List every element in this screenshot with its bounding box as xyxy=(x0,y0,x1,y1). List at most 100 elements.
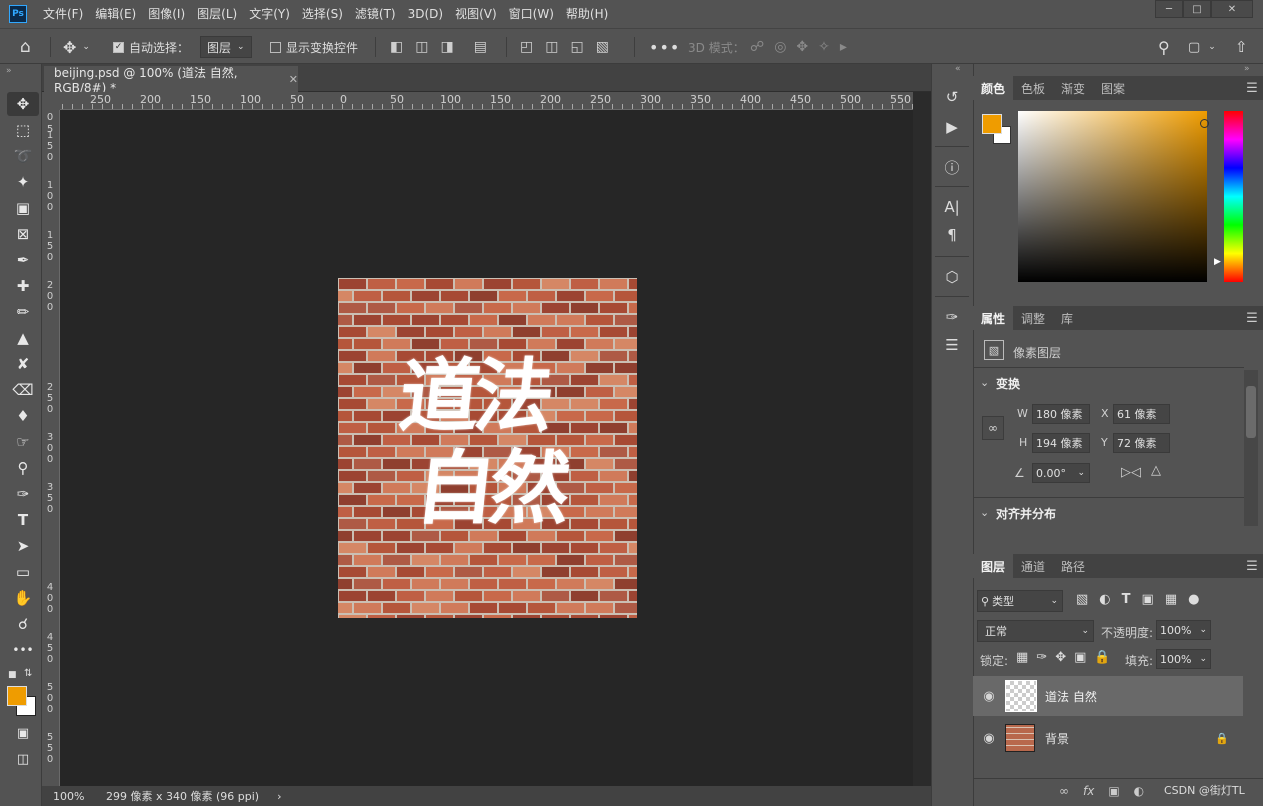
brush-settings-icon[interactable]: ✑ xyxy=(937,304,967,330)
layer-name[interactable]: 背景 xyxy=(1045,730,1069,747)
menu-help[interactable]: 帮助(H) xyxy=(560,0,614,28)
character-panel-icon[interactable]: A| xyxy=(937,194,967,220)
align-top-icon[interactable]: ◰ xyxy=(520,39,533,55)
flip-horizontal-icon[interactable]: ▷◁ xyxy=(1121,465,1141,480)
menu-view[interactable]: 视图(V) xyxy=(449,0,503,28)
minimize-button[interactable]: ─ xyxy=(1155,0,1183,18)
tab-adjustments[interactable]: 调整 xyxy=(1013,306,1053,330)
type-tool-icon[interactable]: T xyxy=(7,508,39,532)
tab-color[interactable]: 颜色 xyxy=(973,76,1014,100)
tab-patterns[interactable]: 图案 xyxy=(1093,76,1133,100)
document-canvas[interactable]: 道法 自然 xyxy=(338,278,637,618)
document-tab[interactable]: beijing.psd @ 100% (道法 自然, RGB/8#) * ✕ xyxy=(44,66,298,95)
lock-all-icon[interactable]: 🔒 xyxy=(1094,650,1110,665)
auto-select-target-dropdown[interactable]: 图层 ⌄ xyxy=(200,36,252,58)
menu-edit[interactable]: 编辑(E) xyxy=(89,0,142,28)
panel-menu-icon[interactable]: ☰ xyxy=(1241,554,1263,578)
dodge-tool-icon[interactable]: ⚲ xyxy=(7,456,39,480)
menu-file[interactable]: 文件(F) xyxy=(37,0,89,28)
collapse-dock-icon[interactable]: « xyxy=(955,64,961,74)
default-colors-icon[interactable]: ■ xyxy=(8,670,17,680)
angle-field[interactable]: 0.00° ⌄ xyxy=(1032,463,1090,483)
distribute-icon[interactable]: ▤ xyxy=(474,39,487,55)
3d-panel-icon[interactable]: ⬡ xyxy=(937,264,967,290)
filter-toggle-icon[interactable]: ● xyxy=(1188,592,1199,607)
eyedropper-tool-icon[interactable]: ✒ xyxy=(7,248,39,272)
search-icon[interactable]: ⚲ xyxy=(1158,29,1170,65)
move-tool-icon[interactable]: ✥ xyxy=(7,92,39,116)
path-selection-tool-icon[interactable]: ➤ xyxy=(7,534,39,558)
brush-tool-icon[interactable]: ✏ xyxy=(7,300,39,324)
filter-pixel-icon[interactable]: ▧ xyxy=(1076,592,1088,607)
3d-scale-icon[interactable]: ▸ xyxy=(840,39,847,55)
filter-smart-object-icon[interactable]: ▦ xyxy=(1165,592,1177,607)
3d-roll-icon[interactable]: ◎ xyxy=(774,39,786,55)
align-section-title[interactable]: 对齐并分布 xyxy=(996,505,1056,522)
marquee-tool-icon[interactable]: ⬚ xyxy=(7,118,39,142)
3d-orbit-icon[interactable]: ☍ xyxy=(750,39,764,55)
zoom-level[interactable]: 100% xyxy=(42,790,94,803)
tab-channels[interactable]: 通道 xyxy=(1013,554,1053,578)
tab-libraries[interactable]: 库 xyxy=(1053,306,1081,330)
link-layers-icon[interactable]: ∞ xyxy=(1059,784,1069,798)
hue-slider[interactable] xyxy=(1224,111,1243,282)
magic-wand-tool-icon[interactable]: ✦ xyxy=(7,170,39,194)
rectangle-tool-icon[interactable]: ▭ xyxy=(7,560,39,584)
layer-row-text[interactable]: ◉ 道法 自然 xyxy=(973,676,1243,716)
align-hcenter-icon[interactable]: ◫ xyxy=(415,39,428,55)
lock-position-icon[interactable]: ✥ xyxy=(1055,650,1066,665)
link-dimensions-icon[interactable]: ∞ xyxy=(982,416,1004,440)
distribute-vertical-icon[interactable]: ▧ xyxy=(596,39,609,55)
menu-filter[interactable]: 滤镜(T) xyxy=(349,0,402,28)
hand-tool-icon[interactable]: ✋ xyxy=(7,586,39,610)
panel-menu-icon[interactable]: ☰ xyxy=(1241,306,1263,330)
workspace-icon[interactable]: ▢ ⌄ xyxy=(1188,29,1216,65)
layer-filter-dropdown[interactable]: ⚲ 类型 ⌄ xyxy=(977,590,1063,612)
adjust-sliders-icon[interactable]: ☰ xyxy=(937,332,967,358)
foreground-color-swatch[interactable] xyxy=(7,686,27,706)
home-icon[interactable]: ⌂ xyxy=(20,29,31,65)
align-right-icon[interactable]: ◨ xyxy=(440,39,453,55)
scrollbar-thumb[interactable] xyxy=(1246,386,1256,438)
fx-icon[interactable]: fx xyxy=(1083,784,1094,798)
info-panel-icon[interactable]: ⓘ xyxy=(937,154,967,180)
align-left-icon[interactable]: ◧ xyxy=(390,39,403,55)
properties-scrollbar[interactable] xyxy=(1244,370,1258,526)
maximize-button[interactable]: □ xyxy=(1183,0,1211,18)
filter-shape-icon[interactable]: ▣ xyxy=(1142,592,1154,607)
opacity-field[interactable]: 100% ⌄ xyxy=(1156,620,1211,640)
menu-type[interactable]: 文字(Y) xyxy=(243,0,296,28)
share-icon[interactable]: ⇧ xyxy=(1235,29,1248,65)
vertical-ruler[interactable]: 0 5 1 5 0 1 0 0 1 5 0 2 0 0 2 5 0 3 0 0 … xyxy=(42,110,60,786)
vertical-scrollbar[interactable] xyxy=(913,92,931,786)
lock-artboard-icon[interactable]: ▣ xyxy=(1074,650,1086,665)
y-field[interactable]: 72 像素 xyxy=(1113,433,1170,453)
tab-swatches[interactable]: 色板 xyxy=(1013,76,1053,100)
tab-layers[interactable]: 图层 xyxy=(973,554,1014,578)
layers-scrollbar[interactable] xyxy=(1243,676,1259,776)
width-field[interactable]: 180 像素 xyxy=(1032,404,1090,424)
healing-brush-tool-icon[interactable]: ✚ xyxy=(7,274,39,298)
lasso-tool-icon[interactable]: ➰ xyxy=(7,144,39,168)
menu-window[interactable]: 窗口(W) xyxy=(503,0,560,28)
color-picker-cursor[interactable] xyxy=(1200,119,1209,128)
align-vcenter-icon[interactable]: ◫ xyxy=(545,39,558,55)
close-window-button[interactable]: ✕ xyxy=(1211,0,1253,18)
crop-tool-icon[interactable]: ▣ xyxy=(7,196,39,220)
swap-colors-icon[interactable]: ⇅ xyxy=(24,668,32,679)
menu-3d[interactable]: 3D(D) xyxy=(402,0,449,28)
layer-row-background[interactable]: ◉ 背景 🔒 xyxy=(973,718,1243,758)
chevron-down-icon[interactable]: ⌄ xyxy=(980,376,989,389)
close-tab-icon[interactable]: ✕ xyxy=(289,73,298,86)
actions-panel-icon[interactable]: ▶ xyxy=(937,114,967,140)
menu-select[interactable]: 选择(S) xyxy=(296,0,349,28)
new-adjustment-icon[interactable]: ◐ xyxy=(1134,784,1144,798)
frame-tool-icon[interactable]: ⊠ xyxy=(7,222,39,246)
tab-gradients[interactable]: 渐变 xyxy=(1053,76,1093,100)
more-options-icon[interactable]: ••• xyxy=(649,29,680,65)
collapse-arrows-icon[interactable]: » xyxy=(6,66,12,76)
fill-field[interactable]: 100% ⌄ xyxy=(1156,649,1211,669)
menu-layer[interactable]: 图层(L) xyxy=(191,0,243,28)
blend-mode-dropdown[interactable]: 正常 ⌄ xyxy=(977,620,1094,642)
screen-mode-icon[interactable]: ◫ xyxy=(7,747,39,771)
